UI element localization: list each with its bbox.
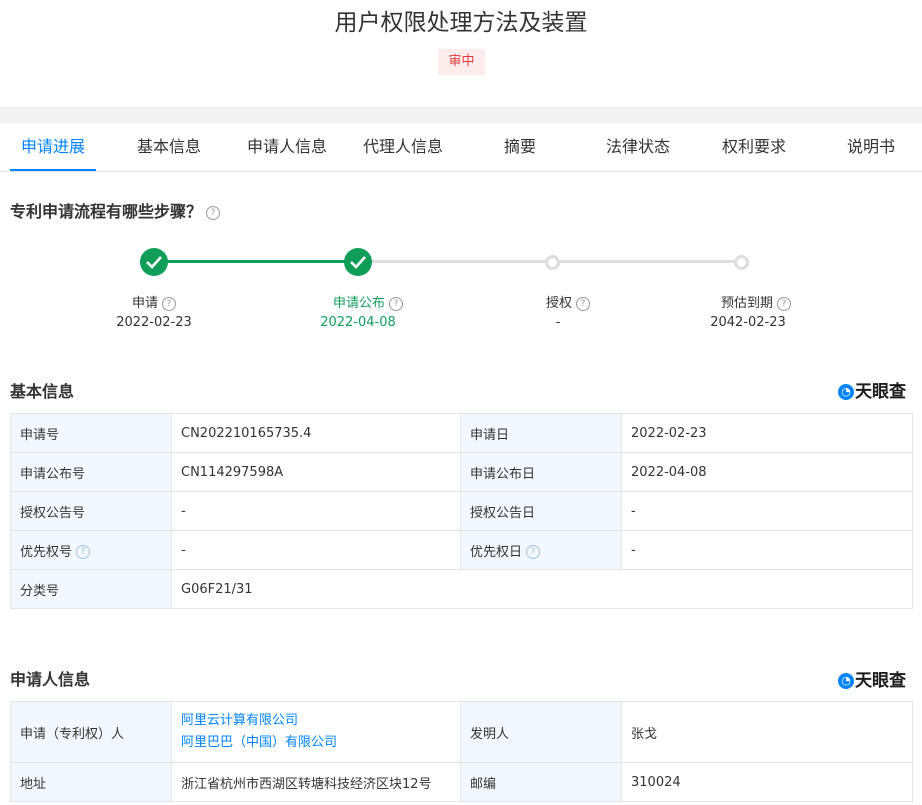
brand-logo[interactable]: ◔ 天眼查 — [838, 666, 906, 691]
applicant-info-heading: 申请人信息 — [10, 670, 91, 689]
applicant-link[interactable]: 阿里巴巴（中国）有限公司 — [181, 732, 451, 754]
applicant-info-table: 申请（专利权）人 阿里云计算有限公司 阿里巴巴（中国）有限公司 发明人 张戈 地… — [10, 701, 913, 802]
basic-info-table: 申请号 CN202210165735.4 申请日 2022-02-23 申请公布… — [10, 413, 913, 609]
check-icon — [146, 256, 162, 269]
tab-basic-info[interactable]: 基本信息 — [126, 123, 212, 171]
status-badge: 审中 — [438, 49, 485, 75]
value-cell: CN114297598A — [171, 452, 461, 492]
step-date: - — [555, 315, 561, 330]
value-cell: - — [621, 491, 913, 531]
help-icon[interactable]: ? — [777, 296, 791, 311]
basic-info-heading: 基本信息 — [10, 382, 75, 401]
key-cell: 分类号 — [10, 569, 172, 609]
step-date: 2042-02-23 — [710, 315, 786, 330]
table-row: 申请号 CN202210165735.4 申请日 2022-02-23 — [10, 413, 913, 453]
tab-bar: 申请进展 基本信息 申请人信息 代理人信息 摘要 法律状态 权利要求 说明书 — [0, 123, 922, 172]
tianyancha-logo-icon: ◔ — [838, 384, 854, 400]
brand-text: 天眼查 — [855, 671, 906, 691]
step-label-text: 申请公布 — [332, 296, 385, 311]
table-row: 申请（专利权）人 阿里云计算有限公司 阿里巴巴（中国）有限公司 发明人 张戈 — [10, 701, 913, 763]
key-cell: 授权公告号 — [10, 491, 172, 531]
key-cell: 优先权日? — [460, 530, 622, 570]
key-text: 优先权号 — [20, 544, 73, 560]
value-cell: 浙江省杭州市西湖区转塘科技经济区块12号 — [171, 762, 461, 802]
tab-claims[interactable]: 权利要求 — [714, 123, 794, 171]
tianyancha-logo-icon: ◔ — [838, 673, 854, 689]
value-cell: 310024 — [621, 762, 913, 802]
key-cell: 邮编 — [460, 762, 622, 802]
value-cell: G06F21/31 — [171, 569, 913, 609]
help-icon[interactable]: ? — [576, 296, 590, 311]
step-label: 申请公布? — [288, 292, 448, 311]
key-text: 优先权日 — [470, 544, 523, 560]
value-cell: - — [171, 491, 461, 531]
step-label: 授权? — [488, 292, 648, 311]
value-cell: 阿里云计算有限公司 阿里巴巴（中国）有限公司 — [171, 701, 461, 763]
table-row: 授权公告号 - 授权公告日 - — [10, 491, 913, 531]
table-row: 地址 浙江省杭州市西湖区转塘科技经济区块12号 邮编 310024 — [10, 762, 913, 802]
progress-track-done — [154, 260, 358, 263]
value-cell: 2022-04-08 — [621, 452, 913, 492]
value-cell: - — [621, 530, 913, 570]
tab-description[interactable]: 说明书 — [840, 123, 902, 171]
help-icon[interactable]: ? — [76, 545, 91, 559]
table-row: 申请公布号 CN114297598A 申请公布日 2022-04-08 — [10, 452, 913, 492]
page-title: 用户权限处理方法及装置 — [334, 10, 588, 36]
applicant-link[interactable]: 阿里云计算有限公司 — [181, 710, 451, 732]
step-date: 2022-02-23 — [116, 315, 192, 330]
tab-progress[interactable]: 申请进展 — [10, 123, 96, 171]
step-done-node — [140, 248, 168, 276]
progress-heading: 专利申请流程有哪些步骤？? — [10, 198, 221, 222]
brand-text: 天眼查 — [855, 382, 906, 402]
step-pending-node — [734, 255, 749, 270]
key-cell: 申请（专利权）人 — [10, 701, 172, 763]
help-icon[interactable]: ? — [389, 296, 403, 311]
key-cell: 授权公告日 — [460, 491, 622, 531]
help-icon[interactable]: ? — [206, 205, 221, 220]
key-cell: 优先权号? — [10, 530, 172, 570]
step-label: 预估到期? — [676, 292, 836, 311]
section-separator — [0, 107, 922, 123]
tab-applicant-info[interactable]: 申请人信息 — [241, 123, 333, 171]
value-cell: 张戈 — [621, 701, 913, 763]
check-icon — [350, 256, 366, 269]
step-label-text: 预估到期 — [720, 296, 773, 311]
key-cell: 地址 — [10, 762, 172, 802]
step-pending-node — [545, 255, 560, 270]
key-cell: 申请号 — [10, 413, 172, 453]
help-icon[interactable]: ? — [526, 545, 541, 559]
brand-logo[interactable]: ◔ 天眼查 — [838, 377, 906, 402]
key-cell: 申请公布号 — [10, 452, 172, 492]
step-label: 申请? — [74, 292, 234, 311]
key-cell: 发明人 — [460, 701, 622, 763]
table-row: 优先权号? - 优先权日? - — [10, 530, 913, 570]
step-label-text: 授权 — [545, 296, 572, 311]
tab-legal-status[interactable]: 法律状态 — [598, 123, 678, 171]
key-cell: 申请公布日 — [460, 452, 622, 492]
key-cell: 申请日 — [460, 413, 622, 453]
value-cell: CN202210165735.4 — [171, 413, 461, 453]
step-date: 2022-04-08 — [320, 315, 396, 330]
tab-agent-info[interactable]: 代理人信息 — [357, 123, 449, 171]
tab-abstract[interactable]: 摘要 — [490, 123, 550, 171]
value-cell: 2022-02-23 — [621, 413, 913, 453]
progress-heading-text: 专利申请流程有哪些步骤？ — [10, 202, 203, 221]
help-icon[interactable]: ? — [162, 296, 176, 311]
value-cell: - — [171, 530, 461, 570]
table-row: 分类号 G06F21/31 — [10, 569, 913, 609]
step-done-node — [344, 248, 372, 276]
step-label-text: 申请 — [131, 296, 158, 311]
